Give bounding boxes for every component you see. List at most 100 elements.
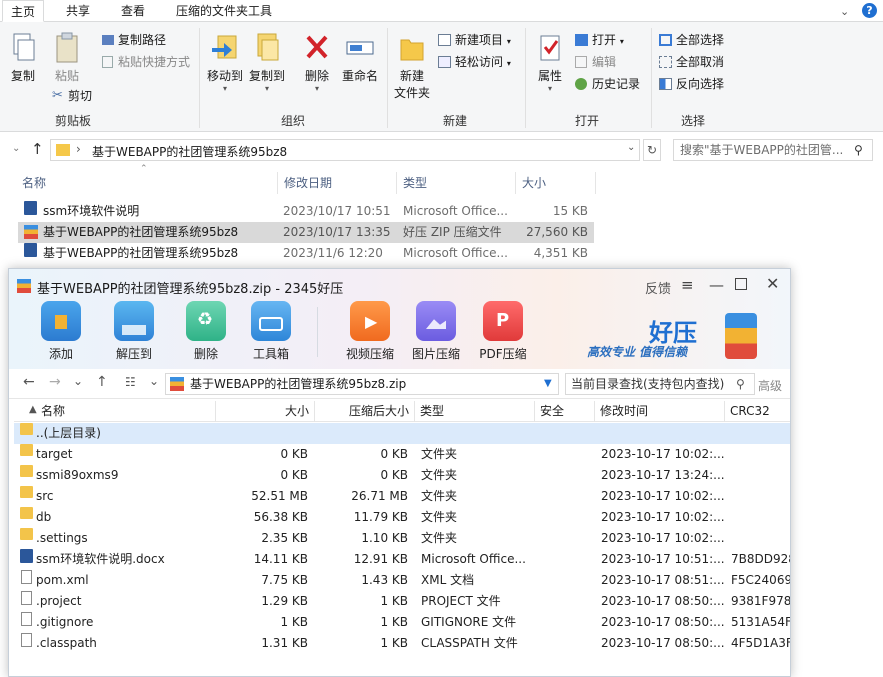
archive-item-packed-size: 1 KB	[380, 594, 408, 608]
cut-label: 剪切	[68, 89, 93, 103]
copy-path-button[interactable]: 复制路径	[100, 30, 166, 50]
archive-row[interactable]: db 56.38 KB 11.79 KB 文件夹 2023-10-17 10:02:..…	[14, 507, 790, 528]
edit-button[interactable]: 编辑	[574, 52, 616, 72]
maximize-icon[interactable]	[735, 278, 747, 290]
column-header-security[interactable]: 安全	[535, 401, 595, 422]
toolbox-button[interactable]: 工具箱	[239, 301, 303, 362]
file-row[interactable]: ssm环境软件说明 2023/10/17 10:51 Microsoft Off…	[18, 201, 594, 222]
column-header-name[interactable]: 名称	[36, 401, 216, 422]
paste-button[interactable]: 粘贴	[50, 32, 84, 84]
archive-row[interactable]: .project 1.29 KB 1 KB PROJECT 文件 2023-10-17 …	[14, 591, 790, 612]
address-bar[interactable]: › 基于WEBAPP的社团管理系统95bz8 ⌄	[50, 139, 640, 161]
advanced-link[interactable]: 高级	[758, 377, 782, 394]
chevron-down-icon[interactable]: ⌄	[627, 142, 635, 153]
archive-row[interactable]: src 52.51 MB 26.71 MB 文件夹 2023-10-17 10:02:.…	[14, 486, 790, 507]
chevron-down-icon[interactable]: ⌄	[73, 374, 83, 388]
column-header-name[interactable]: 名称	[16, 172, 278, 194]
explorer-search-input[interactable]: 搜索"基于WEBAPP的社团管... ⚲	[673, 139, 873, 161]
move-to-icon	[212, 35, 237, 59]
archive-item-size: 7.75 KB	[261, 573, 308, 587]
edit-icon	[575, 56, 587, 68]
chevron-down-icon[interactable]: ⌄	[149, 374, 159, 388]
forward-arrow-icon[interactable]: →	[49, 374, 61, 390]
new-folder-button[interactable]: 新建 文件夹	[392, 32, 432, 101]
tab-share[interactable]: 共享	[58, 0, 98, 22]
scissors-icon: ✂	[52, 88, 63, 103]
archive-search-input[interactable]: 当前目录查找(支持包内查找) ⚲	[565, 373, 755, 395]
pdf-compress-button[interactable]: P PDF压缩	[471, 301, 535, 362]
archive-row[interactable]: .gitignore 1 KB 1 KB GITIGNORE 文件 2023-10-17…	[14, 612, 791, 633]
file-row[interactable]: 基于WEBAPP的社团管理系统95bz8 2023/11/6 12:20 Mic…	[18, 243, 594, 264]
up-arrow-icon[interactable]: ↑	[31, 140, 44, 158]
chevron-down-icon: ▾	[619, 37, 624, 46]
archive-item-type: 文件夹	[421, 510, 458, 524]
column-header-size[interactable]: 大小	[216, 401, 315, 422]
archive-row[interactable]: pom.xml 7.75 KB 1.43 KB XML 文档 2023-10-17 08…	[14, 570, 790, 591]
archive-row[interactable]: .settings 2.35 KB 1.10 KB 文件夹 2023-10-17 10:…	[14, 528, 790, 549]
view-mode-icon[interactable]: ☷	[125, 375, 136, 389]
group-divider	[525, 28, 526, 128]
rename-button[interactable]: 重命名	[339, 32, 381, 84]
easy-access-button[interactable]: 轻松访问 ▾	[437, 52, 511, 72]
word-doc-icon	[24, 201, 37, 215]
column-header-modified[interactable]: 修改时间	[595, 401, 725, 422]
feedback-link[interactable]: 反馈	[645, 278, 671, 297]
column-header-size[interactable]: 大小	[516, 172, 596, 194]
column-header-type[interactable]: 类型	[397, 172, 516, 194]
chevron-down-icon[interactable]: ⌄	[840, 5, 849, 18]
archive-path-bar[interactable]: 基于WEBAPP的社团管理系统95bz8.zip ▼	[165, 373, 559, 395]
column-header-type[interactable]: 类型	[415, 401, 535, 422]
column-header-packed-size[interactable]: 压缩后大小	[315, 401, 415, 422]
history-label: 历史记录	[592, 77, 641, 91]
folder-icon	[20, 528, 33, 540]
archive-row[interactable]: ssmi89oxms9 0 KB 0 KB 文件夹 2023-10-17 13:24:.…	[14, 465, 790, 486]
folder-icon	[20, 423, 33, 435]
archive-row[interactable]: .classpath 1.31 KB 1 KB CLASSPATH 文件 2023-10…	[14, 633, 790, 654]
new-item-button[interactable]: 新建项目 ▾	[437, 30, 511, 50]
up-arrow-icon[interactable]: ↑	[96, 374, 108, 390]
close-icon[interactable]: ✕	[766, 274, 779, 293]
help-icon[interactable]: ?	[862, 3, 877, 18]
tab-compressed-folder-tools[interactable]: 压缩的文件夹工具	[168, 0, 280, 22]
tab-home[interactable]: 主页	[2, 0, 45, 22]
file-icon	[21, 570, 32, 584]
paste-shortcut-button[interactable]: 粘贴快捷方式	[100, 52, 190, 72]
tab-view[interactable]: 查看	[113, 0, 153, 22]
easy-access-label: 轻松访问	[455, 55, 504, 69]
archive-row[interactable]: ssm环境软件说明.docx 14.11 KB 12.91 KB Microsoft …	[14, 549, 790, 570]
delete-archive-button[interactable]: ♻ 删除	[174, 301, 238, 362]
back-arrow-icon[interactable]: ←	[23, 374, 35, 390]
menu-icon[interactable]: ≡	[681, 276, 694, 294]
cut-button[interactable]: ✂ 剪切	[50, 86, 92, 106]
select-none-button[interactable]: 全部取消	[658, 52, 724, 72]
file-row-selected[interactable]: 基于WEBAPP的社团管理系统95bz8 2023/10/17 13:35 好压…	[18, 222, 594, 243]
column-header-crc32[interactable]: CRC32	[725, 401, 790, 422]
archive-item-size: 1.31 KB	[261, 636, 308, 650]
add-button[interactable]: 添加	[29, 301, 93, 362]
parent-directory-row[interactable]: ..(上层目录)	[14, 423, 790, 444]
image-compress-button[interactable]: 图片压缩	[404, 301, 468, 362]
archive-item-crc32: 5131A54F	[731, 615, 791, 629]
refresh-icon[interactable]: ↻	[643, 139, 661, 161]
ribbon: 复制 粘贴 复制路径 粘贴快捷方式 ✂ 剪切 剪贴板 移动到 ▾ 复制到 ▾ 删…	[0, 22, 883, 132]
archive-row[interactable]: target 0 KB 0 KB 文件夹 2023-10-17 10:02:...	[14, 444, 790, 465]
copy-to-button[interactable]: 复制到 ▾	[247, 32, 287, 93]
select-all-button[interactable]: 全部选择	[658, 30, 724, 50]
extract-to-button[interactable]: 解压到	[102, 301, 166, 362]
archive-item-type: 文件夹	[421, 447, 458, 461]
move-to-button[interactable]: 移动到 ▾	[205, 32, 245, 93]
open-button[interactable]: 打开 ▾	[574, 30, 624, 50]
dropdown-arrow-icon[interactable]: ▼	[544, 374, 552, 394]
pdf-compress-icon: P	[483, 301, 523, 341]
copy-button[interactable]: 复制	[6, 32, 40, 84]
properties-button[interactable]: 属性 ▾	[530, 32, 570, 93]
delete-button[interactable]: 删除 ▾	[299, 32, 335, 93]
minimize-icon[interactable]: —	[709, 276, 724, 294]
rename-label: 重命名	[341, 69, 378, 83]
invert-selection-button[interactable]: 反向选择	[658, 74, 724, 94]
invert-selection-icon	[659, 78, 672, 90]
column-header-date[interactable]: 修改日期	[278, 172, 397, 194]
video-compress-button[interactable]: ▶ 视频压缩	[338, 301, 402, 362]
history-button[interactable]: 历史记录	[574, 74, 640, 94]
chevron-down-icon[interactable]: ⌄	[12, 143, 20, 154]
